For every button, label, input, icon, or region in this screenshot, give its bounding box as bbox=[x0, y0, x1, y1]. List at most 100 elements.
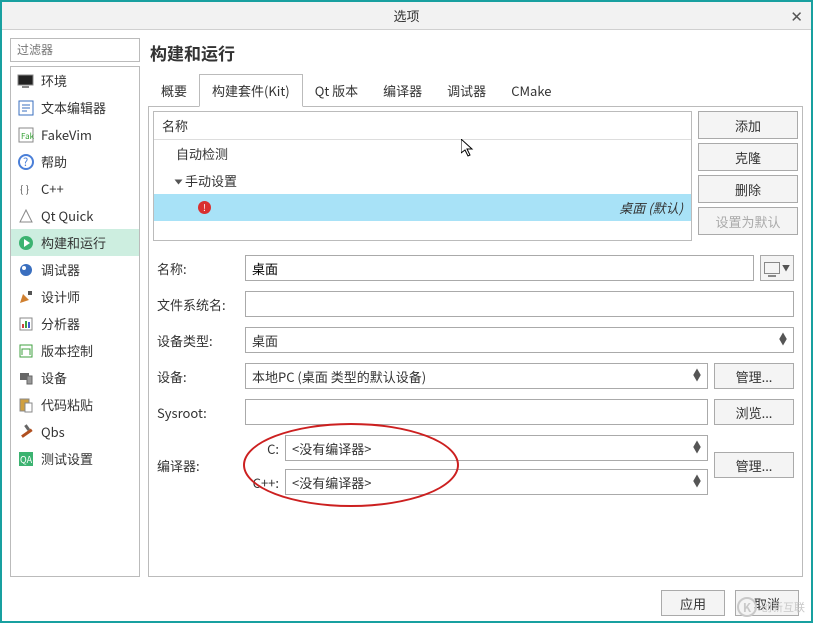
sidebar-item-label: 分析器 bbox=[41, 314, 80, 333]
tab-qt-versions[interactable]: Qt 版本 bbox=[302, 74, 371, 107]
compilers-label: 编译器: bbox=[157, 456, 239, 475]
vcs-icon bbox=[17, 342, 35, 360]
updown-icon: ▲▼ bbox=[693, 442, 701, 454]
tabs: 概要 构建套件(Kit) Qt 版本 编译器 调试器 CMake bbox=[148, 73, 803, 107]
tab-debuggers[interactable]: 调试器 bbox=[434, 74, 499, 107]
sidebar-item-label: 环境 bbox=[41, 71, 67, 90]
cxx-compiler-select[interactable]: <没有编译器>▲▼ bbox=[285, 469, 708, 495]
text-editor-icon bbox=[17, 99, 35, 117]
close-icon[interactable]: ✕ bbox=[790, 2, 803, 30]
qa-icon: QA bbox=[17, 450, 35, 468]
chevron-down-icon: ▼ bbox=[782, 263, 790, 274]
kits-tree[interactable]: 名称 自动检测 手动设置 ! 桌面 (默认) bbox=[153, 111, 692, 241]
svg-text:Fake: Fake bbox=[21, 131, 34, 142]
sidebar-item-text[interactable]: 文本编辑器 bbox=[11, 94, 139, 121]
debugger-icon bbox=[17, 261, 35, 279]
sidebar-item-label: 代码粘贴 bbox=[41, 395, 93, 414]
build-run-icon bbox=[17, 234, 35, 252]
analyzer-icon bbox=[17, 315, 35, 333]
c-compiler-select[interactable]: <没有编译器>▲▼ bbox=[285, 435, 708, 461]
tab-overview[interactable]: 概要 bbox=[148, 74, 200, 107]
svg-text:?: ? bbox=[23, 154, 28, 170]
window-title: 选项 bbox=[393, 6, 419, 25]
add-button[interactable]: 添加 bbox=[698, 111, 798, 139]
clone-button[interactable]: 克隆 bbox=[698, 143, 798, 171]
device-manage-button[interactable]: 管理... bbox=[714, 363, 794, 389]
fsname-input[interactable] bbox=[245, 291, 794, 317]
svg-text:{ }: { } bbox=[20, 181, 29, 196]
device-label: 设备: bbox=[157, 367, 239, 386]
device-select[interactable]: 本地PC (桌面 类型的默认设备)▲▼ bbox=[245, 363, 708, 389]
fakevim-icon: Fake bbox=[17, 126, 35, 144]
cxx-label: C++: bbox=[245, 473, 279, 492]
sidebar-item-build[interactable]: 构建和运行 bbox=[11, 229, 139, 256]
sidebar-item-help[interactable]: ? 帮助 bbox=[11, 148, 139, 175]
c-label: C: bbox=[245, 439, 279, 458]
tree-group-manual[interactable]: 手动设置 bbox=[154, 167, 691, 194]
filter-input[interactable] bbox=[10, 38, 140, 62]
sidebar-item-debugger[interactable]: 调试器 bbox=[11, 256, 139, 283]
sidebar-item-label: 设计师 bbox=[41, 287, 80, 306]
titlebar: 选项 ✕ bbox=[2, 2, 811, 30]
sidebar-item-env[interactable]: 环境 bbox=[11, 67, 139, 94]
monitor-icon bbox=[764, 262, 780, 274]
sidebar-item-label: 帮助 bbox=[41, 152, 67, 171]
page-title: 构建和运行 bbox=[150, 40, 803, 65]
devtype-select[interactable]: 桌面▲▼ bbox=[245, 327, 794, 353]
help-icon: ? bbox=[17, 153, 35, 171]
svg-text:QA: QA bbox=[20, 453, 33, 466]
sidebar-item-analyzer[interactable]: 分析器 bbox=[11, 310, 139, 337]
tree-group-auto[interactable]: 自动检测 bbox=[154, 140, 691, 167]
qbs-icon bbox=[17, 423, 35, 441]
qtquick-icon bbox=[17, 207, 35, 225]
display-icon bbox=[17, 72, 35, 90]
sysroot-input[interactable] bbox=[245, 399, 708, 425]
sidebar-item-fakevim[interactable]: Fake FakeVim bbox=[11, 121, 139, 148]
designer-icon bbox=[17, 288, 35, 306]
tab-kits[interactable]: 构建套件(Kit) bbox=[199, 74, 303, 107]
cancel-button[interactable]: 取消 bbox=[735, 590, 799, 616]
updown-icon: ▲▼ bbox=[779, 334, 787, 346]
sidebar-item-label: FakeVim bbox=[41, 125, 92, 144]
sidebar-item-label: 文本编辑器 bbox=[41, 98, 106, 117]
sidebar-item-label: 设备 bbox=[41, 368, 67, 387]
sidebar-item-label: 测试设置 bbox=[41, 449, 93, 468]
sidebar-item-label: 调试器 bbox=[41, 260, 80, 279]
sidebar-item-qa[interactable]: QA 测试设置 bbox=[11, 445, 139, 472]
tree-item-desktop[interactable]: ! 桌面 (默认) bbox=[154, 194, 691, 221]
devtype-label: 设备类型: bbox=[157, 331, 239, 350]
cpp-icon: { } bbox=[17, 180, 35, 198]
tree-header: 名称 bbox=[154, 112, 691, 140]
tab-compilers[interactable]: 编译器 bbox=[370, 74, 435, 107]
category-list[interactable]: 环境 文本编辑器 Fake FakeVim ? 帮助 { } C++ Qt Quick… bbox=[10, 66, 140, 577]
sidebar-item-label: 构建和运行 bbox=[41, 233, 106, 252]
compiler-manage-button[interactable]: 管理... bbox=[714, 452, 794, 478]
sidebar-item-label: C++ bbox=[41, 179, 64, 198]
chevron-down-icon bbox=[175, 180, 183, 185]
updown-icon: ▲▼ bbox=[693, 476, 701, 488]
sysroot-label: Sysroot: bbox=[157, 403, 239, 422]
sidebar-item-qbs[interactable]: Qbs bbox=[11, 418, 139, 445]
sidebar-item-devices[interactable]: 设备 bbox=[11, 364, 139, 391]
delete-button[interactable]: 删除 bbox=[698, 175, 798, 203]
updown-icon: ▲▼ bbox=[693, 370, 701, 382]
sidebar-item-label: Qbs bbox=[41, 422, 65, 441]
footer: 应用 取消 K创新互联 bbox=[2, 585, 811, 621]
icon-picker-button[interactable]: ▼ bbox=[760, 255, 794, 281]
sidebar-item-vcs[interactable]: 版本控制 bbox=[11, 337, 139, 364]
name-input[interactable] bbox=[245, 255, 754, 281]
apply-button[interactable]: 应用 bbox=[661, 590, 725, 616]
sidebar-item-label: Qt Quick bbox=[41, 206, 93, 225]
name-label: 名称: bbox=[157, 259, 239, 278]
sidebar-item-designer[interactable]: 设计师 bbox=[11, 283, 139, 310]
sidebar-item-cpp[interactable]: { } C++ bbox=[11, 175, 139, 202]
tab-cmake[interactable]: CMake bbox=[498, 74, 564, 107]
sidebar-item-paste[interactable]: 代码粘贴 bbox=[11, 391, 139, 418]
warning-icon: ! bbox=[198, 201, 211, 214]
set-default-button: 设置为默认 bbox=[698, 207, 798, 235]
sidebar-item-label: 版本控制 bbox=[41, 341, 93, 360]
paste-icon bbox=[17, 396, 35, 414]
sidebar-item-qtquick[interactable]: Qt Quick bbox=[11, 202, 139, 229]
sysroot-browse-button[interactable]: 浏览... bbox=[714, 399, 794, 425]
devices-icon bbox=[17, 369, 35, 387]
